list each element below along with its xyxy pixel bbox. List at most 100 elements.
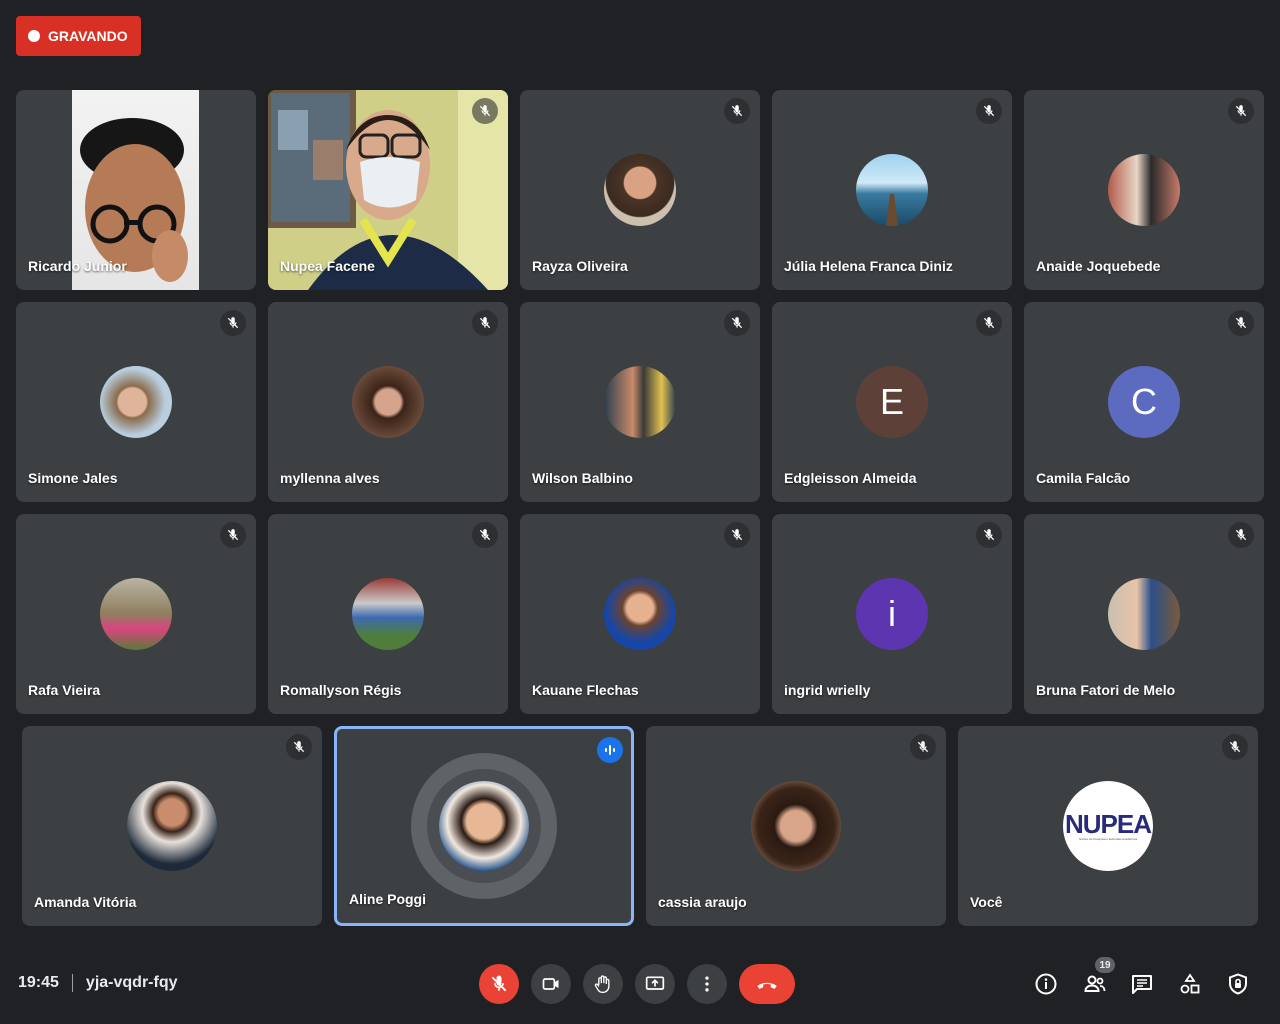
participant-tile[interactable]: Wilson Balbino — [520, 302, 760, 502]
participant-tile[interactable]: Amanda Vitória — [22, 726, 322, 926]
mic-off-icon — [1228, 522, 1254, 548]
participant-name: Aline Poggi — [349, 891, 426, 907]
info-icon — [1035, 973, 1057, 995]
people-icon — [1084, 975, 1106, 992]
mic-off-icon — [286, 734, 312, 760]
recording-badge: GRAVANDO — [16, 16, 141, 56]
recording-dot-icon — [28, 30, 40, 42]
logo-text: NUPEA — [1064, 809, 1152, 839]
participant-tile[interactable]: E Edgleisson Almeida — [772, 302, 1012, 502]
participant-name: Você — [970, 894, 1003, 910]
people-button[interactable] — [1081, 970, 1109, 998]
mic-off-icon — [472, 522, 498, 548]
participant-tile-self[interactable]: NUPEA Núcleo de Pesquisa e Extensão Acad… — [958, 726, 1258, 926]
camera-icon — [542, 978, 559, 990]
mic-off-icon — [976, 310, 1002, 336]
mic-off-icon — [491, 975, 507, 992]
camera-toggle-button[interactable] — [531, 964, 571, 1004]
mic-off-icon — [1222, 734, 1248, 760]
speaking-indicator-icon — [597, 737, 623, 763]
participant-tile[interactable]: Simone Jales — [16, 302, 256, 502]
participant-name: ingrid wrielly — [784, 682, 871, 698]
participant-tile[interactable]: cassia araujo — [646, 726, 946, 926]
host-controls-button[interactable] — [1224, 970, 1252, 998]
avatar — [352, 366, 424, 438]
participant-tile[interactable]: Bruna Fatori de Melo — [1024, 514, 1264, 714]
more-options-button[interactable] — [687, 964, 727, 1004]
mic-off-icon — [220, 310, 246, 336]
present-screen-icon — [645, 976, 665, 990]
participant-name: Ricardo Junior — [28, 258, 127, 274]
participant-tile[interactable]: Romallyson Régis — [268, 514, 508, 714]
logo-subtext: Núcleo de Pesquisa e Extensão Acadêmica — [1078, 837, 1138, 841]
avatar: C — [1108, 366, 1180, 438]
participant-name: Bruna Fatori de Melo — [1036, 682, 1176, 698]
mic-off-icon — [472, 310, 498, 336]
participant-tile[interactable]: i ingrid wrielly — [772, 514, 1012, 714]
more-options-icon — [705, 976, 709, 992]
chat-icon — [1132, 975, 1152, 994]
mic-off-icon — [724, 310, 750, 336]
participant-name: Nupea Facene — [280, 258, 375, 274]
avatar-letter: E — [879, 381, 904, 422]
mic-toggle-button[interactable] — [479, 964, 519, 1004]
nupea-logo: NUPEA Núcleo de Pesquisa e Extensão Acad… — [1063, 781, 1153, 871]
hang-up-icon — [757, 982, 777, 989]
mic-off-icon — [976, 522, 1002, 548]
participant-tile[interactable]: Kauane Flechas — [520, 514, 760, 714]
avatar-letter: C — [1131, 381, 1157, 422]
participant-name: Camila Falcão — [1036, 470, 1131, 486]
mic-off-icon — [724, 98, 750, 124]
participant-tile[interactable]: Ricardo Junior — [16, 90, 256, 290]
participant-name: Romallyson Régis — [280, 682, 402, 698]
avatar-letter: i — [888, 593, 896, 634]
activities-button[interactable] — [1176, 970, 1204, 998]
avatar: E — [856, 366, 928, 438]
participant-tile[interactable]: Rafa Vieira — [16, 514, 256, 714]
participant-name: Edgleisson Almeida — [784, 470, 917, 486]
participant-name: Wilson Balbino — [532, 470, 633, 486]
participant-tile[interactable]: Rayza Oliveira — [520, 90, 760, 290]
participant-name: Rafa Vieira — [28, 682, 101, 698]
avatar: i — [856, 578, 928, 650]
participant-name: Simone Jales — [28, 470, 118, 486]
mic-off-icon — [910, 734, 936, 760]
participant-name: Júlia Helena Franca Diniz — [784, 258, 953, 274]
present-screen-button[interactable] — [635, 964, 675, 1004]
avatar — [856, 154, 928, 226]
avatar — [604, 366, 676, 438]
participants-count-badge: 19 — [1095, 957, 1115, 973]
avatar — [100, 366, 172, 438]
mic-off-icon — [1228, 98, 1254, 124]
participant-name: cassia araujo — [658, 894, 747, 910]
participant-tile[interactable]: myllenna alves — [268, 302, 508, 502]
avatar — [127, 781, 217, 871]
participant-name: myllenna alves — [280, 470, 380, 486]
host-controls-icon — [1229, 973, 1247, 995]
avatar — [1108, 578, 1180, 650]
meeting-code[interactable]: yja-vqdr-fqy — [86, 974, 178, 992]
mic-off-icon — [976, 98, 1002, 124]
mic-off-icon — [724, 522, 750, 548]
mic-off-icon — [472, 98, 498, 124]
participant-name: Anaide Joquebede — [1036, 258, 1161, 274]
leave-call-button[interactable] — [739, 964, 795, 1004]
avatar — [751, 781, 841, 871]
meeting-details: 19:45 yja-vqdr-fqy — [18, 974, 178, 992]
participant-tile[interactable]: Júlia Helena Franca Diniz — [772, 90, 1012, 290]
participant-tile-speaking[interactable]: Aline Poggi — [334, 726, 634, 926]
participant-tile[interactable]: C Camila Falcão — [1024, 302, 1264, 502]
participant-name: Kauane Flechas — [532, 682, 639, 698]
mic-off-icon — [1228, 310, 1254, 336]
avatar — [604, 154, 676, 226]
separator — [71, 974, 73, 992]
participant-name: Rayza Oliveira — [532, 258, 628, 274]
participant-tile[interactable]: Nupea Facene — [268, 90, 508, 290]
meeting-time: 19:45 — [18, 974, 59, 991]
raise-hand-button[interactable] — [583, 964, 623, 1004]
participant-tile[interactable]: Anaide Joquebede — [1024, 90, 1264, 290]
chat-button[interactable] — [1128, 970, 1156, 998]
avatar — [604, 578, 676, 650]
meeting-details-button[interactable] — [1032, 970, 1060, 998]
recording-label: GRAVANDO — [48, 28, 128, 44]
